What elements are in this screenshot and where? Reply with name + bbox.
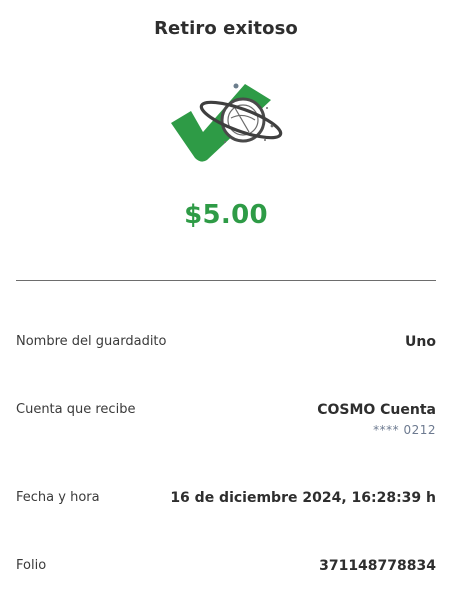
divider <box>16 280 436 281</box>
receiving-account-label: Cuenta que recibe <box>16 402 136 417</box>
date-time-label: Fecha y hora <box>16 490 100 505</box>
receiving-account-number: **** 0212 <box>373 423 436 437</box>
folio-label: Folio <box>16 558 47 573</box>
date-time-value: 16 de diciembre 2024, 16:28:39 h <box>170 490 436 506</box>
withdrawal-amount: $5.00 <box>184 200 268 230</box>
folio-value: 371148778834 <box>319 558 436 574</box>
page-title: Retiro exitoso <box>154 18 298 39</box>
guardadito-name-value: Uno <box>405 334 436 350</box>
guardadito-name-label: Nombre del guardadito <box>16 334 167 349</box>
check-planet-icon <box>163 78 283 168</box>
receiving-account-value: COSMO Cuenta <box>317 402 436 418</box>
